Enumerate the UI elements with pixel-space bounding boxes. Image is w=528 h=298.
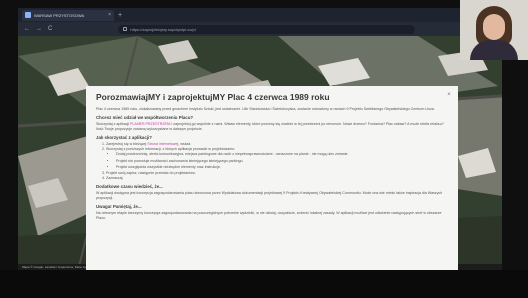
section1-text-pre: Skorzystaj z aplikacji xyxy=(96,122,131,126)
back-icon[interactable]: ← xyxy=(24,26,30,32)
step1-text-pre: Zarejestruj się w bieżącej xyxy=(106,142,148,146)
steps-list: Zarejestruj się w bieżącej Strona intern… xyxy=(106,142,448,181)
step2-text: Skorzystaj z poniższych informacji, z kt… xyxy=(106,147,236,152)
browser-tab-bar: WARSAW PRZYSTOSOWA × + – □ × xyxy=(18,8,502,22)
forward-icon[interactable]: → xyxy=(36,26,42,32)
section-heading-participate: Chcesz mieć udział we współtworzeniu Pla… xyxy=(96,115,194,120)
list-item: Skorzystaj z poniższych informacji, z kt… xyxy=(106,147,448,170)
section-text-extra: W aplikacji dostępna jest koncepcja zago… xyxy=(96,191,443,201)
modal-close-icon[interactable]: × xyxy=(446,92,452,98)
planner-link[interactable]: PLANER PRZESTRZENI xyxy=(130,122,170,126)
browser-nav-bar: ← → C https://zaprojektujmy.sopotpolpi.c… xyxy=(18,22,502,36)
section-heading-howto: Jak skorzystać z aplikacji? xyxy=(96,135,152,140)
new-tab-icon[interactable]: + xyxy=(118,12,122,19)
list-item: Zaznaczaj. xyxy=(106,176,448,181)
step1-text-post: , wskaż. xyxy=(178,142,192,146)
sub-steps-list: Dodaj powierzchnię, strefa komunikacyjna… xyxy=(116,152,448,170)
info-modal: PorozmawiajMY i zaprojektujMY Plac 4 cze… xyxy=(86,86,458,270)
lock-icon xyxy=(123,27,128,31)
bottom-black-bar xyxy=(0,270,528,298)
modal-intro: Plac 4 czerwca 1989 roku, zlokalizowany … xyxy=(96,107,435,111)
list-item: Projekt nie powoduje możliwości zachowan… xyxy=(116,159,448,164)
address-bar[interactable]: https://zaprojektujmy.sopotpolpi.co/pl xyxy=(118,24,416,34)
modal-title: PorozmawiajMY i zaprojektujMY Plac 4 cze… xyxy=(96,92,330,102)
step1-link[interactable]: Strona internetowej xyxy=(147,142,178,146)
list-item: Projekt uwzględnia wszystkie niezbędne e… xyxy=(116,165,448,170)
presenter-face xyxy=(483,14,505,40)
url-text: https://zaprojektujmy.sopotpolpi.co/pl xyxy=(130,26,196,32)
browser-tab[interactable]: WARSAW PRZYSTOSOWA × xyxy=(22,9,114,21)
section-text-note: Na obecnym etapie tworzymy koncepcja zag… xyxy=(96,211,442,221)
tab-close-icon[interactable]: × xyxy=(108,12,111,18)
reload-icon[interactable]: C xyxy=(48,26,52,32)
section-text-participate: Skorzystaj z aplikacji PLANER PRZESTRZEN… xyxy=(96,122,448,132)
tab-title: WARSAW PRZYSTOSOWA xyxy=(34,12,85,18)
section-heading-extra: Dodatkowe czasu wiedzieć, że... xyxy=(96,184,163,190)
list-item: Dodaj powierzchnię, strefa komunikacyjna… xyxy=(116,152,448,157)
webcam-overlay xyxy=(460,0,528,60)
favicon-icon xyxy=(25,12,31,18)
presenter-body xyxy=(470,40,518,60)
section-heading-note: Uwaga! Pamiętaj, że... xyxy=(96,204,142,210)
